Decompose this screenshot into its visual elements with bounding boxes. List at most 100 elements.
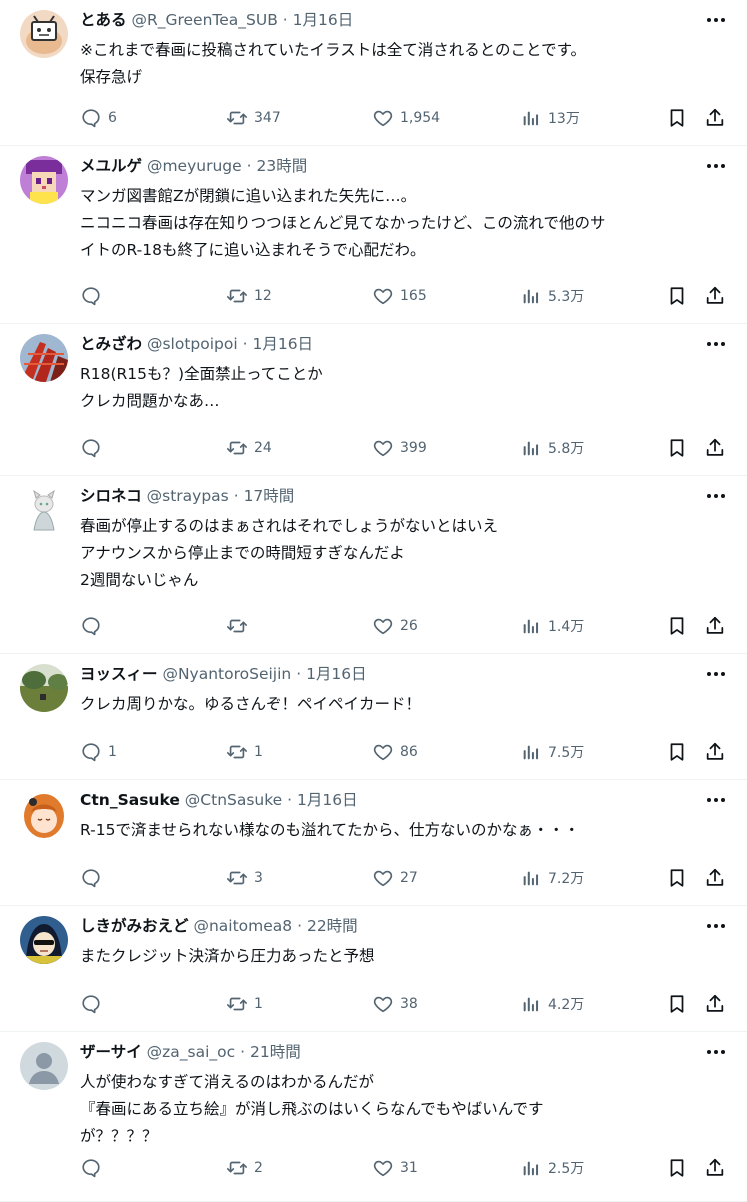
user-handle[interactable]: @CtnSasuke [185,791,282,809]
retweet-button[interactable]: 1 [226,993,263,1015]
share-button[interactable] [704,437,726,459]
bookmark-button[interactable] [666,741,688,763]
user-handle[interactable]: @meyuruge [147,157,242,175]
view-button[interactable]: 5.3万 [520,285,584,307]
view-button[interactable]: 2.5万 [520,1157,584,1179]
more-options-button[interactable] [705,486,727,506]
more-options-button[interactable] [705,10,727,30]
heart-icon [372,107,394,129]
like-button[interactable]: 31 [372,1157,418,1179]
retweet-button[interactable]: 24 [226,437,272,459]
display-name[interactable]: メユルゲ [80,157,142,175]
bookmark-button[interactable] [666,867,688,889]
share-button[interactable] [704,615,726,637]
view-button[interactable]: 5.8万 [520,437,584,459]
like-button[interactable]: 165 [372,285,427,307]
reply-button[interactable] [80,615,108,637]
share-button[interactable] [704,741,726,763]
timestamp[interactable]: 1月16日 [297,791,358,809]
more-options-button[interactable] [705,664,727,684]
more-options-button[interactable] [705,916,727,936]
tweet[interactable]: ヨッスィー @NyantoroSeijin · 1月16日 クレカ周りかな。ゆる… [0,654,747,780]
retweet-button[interactable]: 2 [226,1157,263,1179]
avatar[interactable] [20,486,68,534]
reply-button[interactable]: 1 [80,741,117,763]
share-button[interactable] [704,993,726,1015]
retweet-button[interactable]: 1 [226,741,263,763]
tweet[interactable]: シロネコ @straypas · 17時間 春画が停止するのはまぁされはそれでし… [0,476,747,654]
retweet-button[interactable]: 347 [226,107,281,129]
bookmark-button[interactable] [666,615,688,637]
share-button[interactable] [704,285,726,307]
tweet[interactable]: しきがみおえど @naitomea8 · 22時間 またクレジット決済から圧力あ… [0,906,747,1032]
avatar[interactable] [20,334,68,382]
user-handle[interactable]: @NyantoroSeijin [162,665,291,683]
more-options-button[interactable] [705,1042,727,1062]
share-button[interactable] [704,867,726,889]
more-dots-icon [705,669,727,688]
tweet[interactable]: Ctn_Sasuke @CtnSasuke · 1月16日 R-15で済ませられ… [0,780,747,906]
timestamp[interactable]: 1月16日 [306,665,367,683]
retweet-button[interactable]: 3 [226,867,263,889]
avatar[interactable] [20,790,68,838]
timestamp[interactable]: 1月16日 [293,11,354,29]
reply-button[interactable] [80,285,108,307]
more-dots-icon [705,15,727,34]
tweet[interactable]: とみざわ @slotpoipoi · 1月16日 R18(R15も？)全面禁止っ… [0,324,747,476]
tweet[interactable]: ザーサイ @za_sai_oc · 21時間 人が使わなすぎて消えるのはわかるん… [0,1032,747,1202]
bookmark-button[interactable] [666,437,688,459]
display-name[interactable]: しきがみおえど [80,917,189,935]
view-button[interactable]: 13万 [520,107,580,129]
tweet[interactable]: メユルゲ @meyuruge · 23時間 マンガ図書館Zが閉鎖に追い込まれた矢… [0,146,747,324]
more-options-button[interactable] [705,334,727,354]
more-options-button[interactable] [705,156,727,176]
purple-pixel-character-avatar [20,156,68,204]
bookmark-button[interactable] [666,107,688,129]
display-name[interactable]: とみざわ [80,335,142,353]
timestamp[interactable]: 23時間 [256,157,307,175]
user-handle[interactable]: @R_GreenTea_SUB [131,11,277,29]
like-button[interactable]: 1,954 [372,107,440,129]
share-button[interactable] [704,1157,726,1179]
bookmark-button[interactable] [666,285,688,307]
avatar[interactable] [20,664,68,712]
display-name[interactable]: Ctn_Sasuke [80,791,180,809]
share-button[interactable] [704,107,726,129]
like-button[interactable]: 27 [372,867,418,889]
view-button[interactable]: 7.2万 [520,867,584,889]
user-handle[interactable]: @straypas [147,487,229,505]
timestamp[interactable]: 17時間 [244,487,295,505]
user-handle[interactable]: @slotpoipoi [147,335,238,353]
avatar[interactable] [20,10,68,58]
like-button[interactable]: 86 [372,741,418,763]
view-button[interactable]: 4.2万 [520,993,584,1015]
like-button[interactable]: 26 [372,615,418,637]
display-name[interactable]: とある [80,11,127,29]
bookmark-button[interactable] [666,993,688,1015]
retweet-button[interactable]: 12 [226,285,272,307]
like-button[interactable]: 38 [372,993,418,1015]
display-name[interactable]: ヨッスィー [80,665,158,683]
reply-button[interactable] [80,1157,108,1179]
timestamp[interactable]: 21時間 [250,1043,301,1061]
reply-button[interactable]: 6 [80,107,117,129]
more-options-button[interactable] [705,790,727,810]
avatar[interactable] [20,916,68,964]
display-name[interactable]: ザーサイ [80,1043,142,1061]
timestamp[interactable]: 22時間 [307,917,358,935]
reply-button[interactable] [80,867,108,889]
like-button[interactable]: 399 [372,437,427,459]
timestamp[interactable]: 1月16日 [252,335,313,353]
user-handle[interactable]: @za_sai_oc [147,1043,236,1061]
display-name[interactable]: シロネコ [80,487,142,505]
avatar[interactable] [20,156,68,204]
reply-button[interactable] [80,993,108,1015]
avatar[interactable] [20,1042,68,1090]
bookmark-button[interactable] [666,1157,688,1179]
retweet-button[interactable] [226,615,254,637]
tweet[interactable]: とある @R_GreenTea_SUB · 1月16日 ※これまで春画に投稿され… [0,0,747,146]
view-button[interactable]: 7.5万 [520,741,584,763]
user-handle[interactable]: @naitomea8 [193,917,292,935]
view-button[interactable]: 1.4万 [520,615,584,637]
reply-button[interactable] [80,437,108,459]
